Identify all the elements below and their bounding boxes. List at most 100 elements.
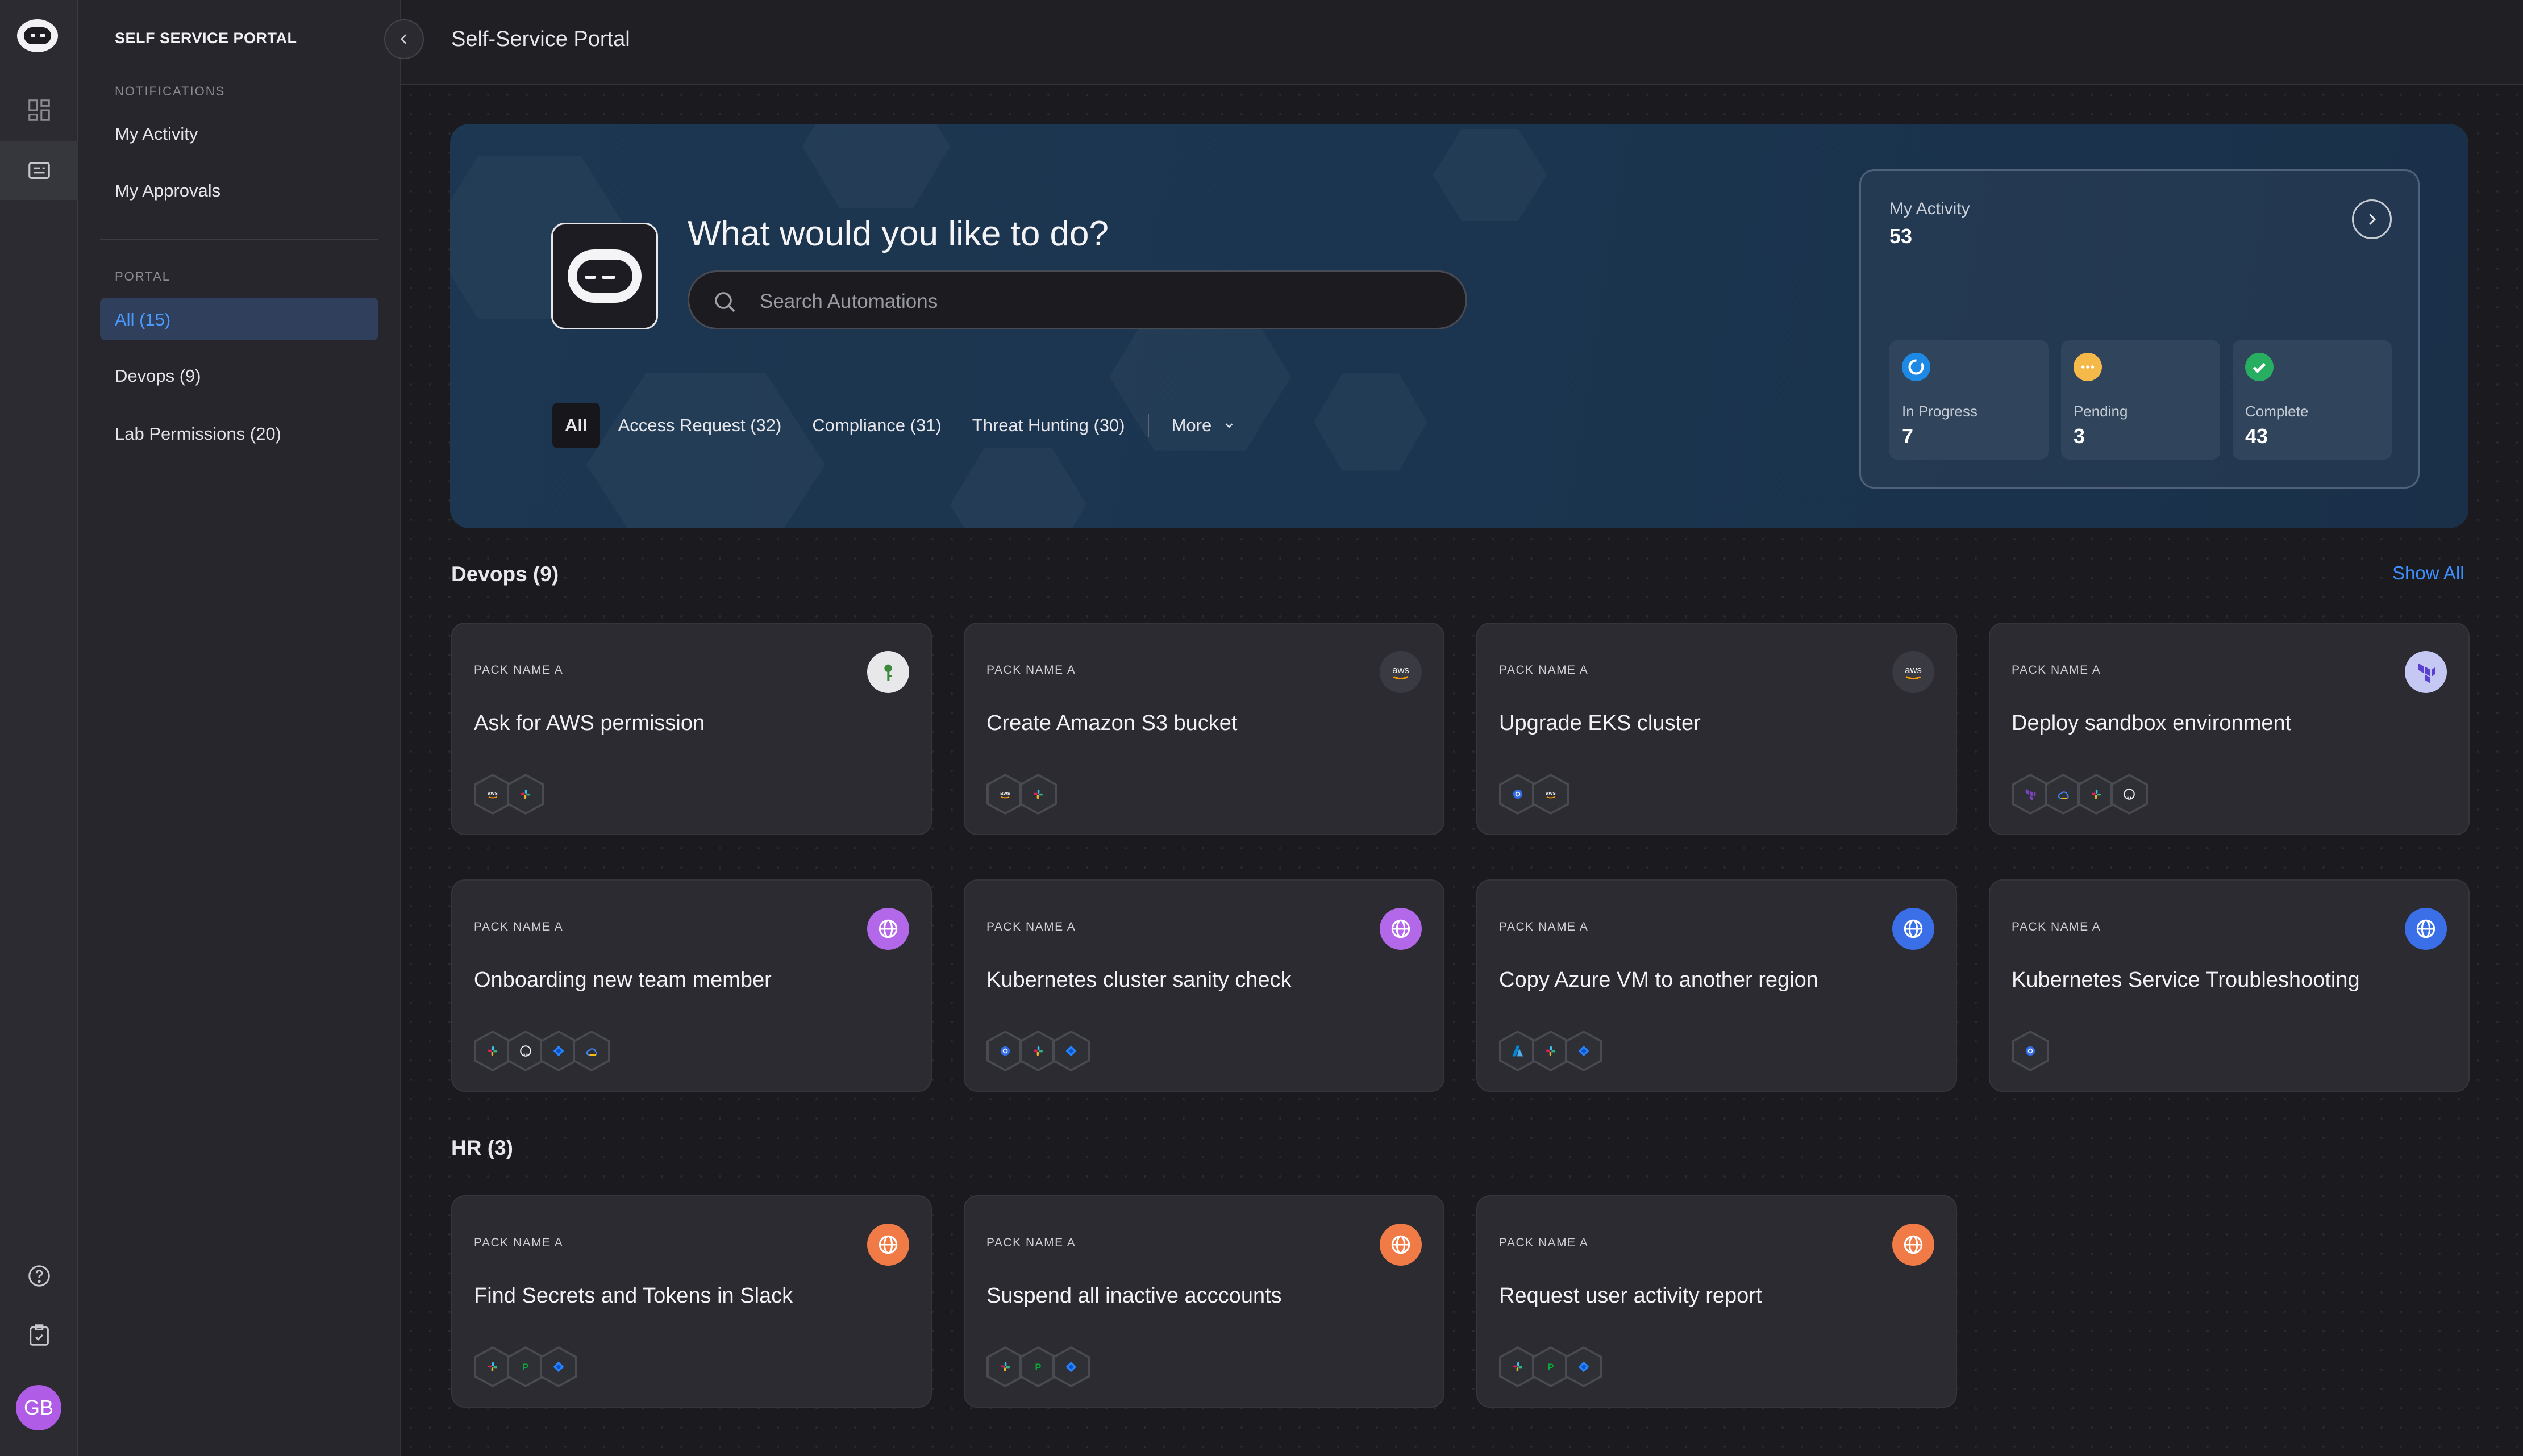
sidebar-item-my-activity[interactable]: My Activity (115, 124, 198, 144)
automation-card[interactable]: PACK NAME A Create Amazon S3 bucket aws aws (964, 623, 1444, 835)
svg-text:aws: aws (488, 790, 498, 796)
automation-card[interactable]: PACK NAME A Kubernetes cluster sanity che… (964, 879, 1444, 1092)
jira-icon (1052, 1031, 1090, 1071)
stat-pending[interactable]: Pending 3 (2061, 340, 2220, 460)
kubernetes-icon (2012, 1031, 2049, 1071)
sidebar-item-all[interactable]: All (15) (100, 298, 378, 340)
card-title: Upgrade EKS cluster (1499, 711, 1701, 735)
collapse-sidebar-button[interactable] (384, 19, 424, 59)
search-icon (715, 292, 735, 312)
globe-icon (1892, 1224, 1934, 1266)
stat-value: 43 (2245, 424, 2268, 448)
globe-icon (867, 1224, 909, 1266)
clipboard-check-icon[interactable] (0, 1305, 78, 1365)
slack-icon (1019, 774, 1057, 815)
stat-complete[interactable]: Complete 43 (2233, 340, 2392, 460)
chevron-right-icon (2369, 214, 2376, 225)
filter-threat-hunting[interactable]: Threat Hunting (30) (972, 415, 1125, 436)
pack-name: PACK NAME A (986, 920, 1076, 933)
automation-card[interactable]: PACK NAME A Kubernetes Service Troublesho… (1989, 879, 2470, 1092)
automation-card[interactable]: PACK NAME A Find Secrets and Tokens in Sl… (451, 1195, 932, 1408)
stat-value: 7 (1902, 424, 1914, 448)
automation-card[interactable]: PACK NAME A Ask for AWS permission aws (451, 623, 932, 835)
svg-text:aws: aws (1392, 665, 1409, 675)
avatar-initials: GB (23, 1396, 53, 1419)
card-title: Onboarding new team member (474, 968, 772, 992)
integration-list: aws (1499, 774, 1569, 815)
search-bar (688, 270, 1467, 329)
activity-total: 53 (1889, 224, 1913, 248)
section-title-hr: HR (3) (451, 1136, 513, 1159)
automation-card[interactable]: PACK NAME A Request user activity report P (1476, 1195, 1957, 1408)
sidebar-item-my-approvals[interactable]: My Approvals (115, 181, 220, 201)
filter-compliance[interactable]: Compliance (31) (812, 415, 941, 436)
pack-name: PACK NAME A (1499, 664, 1589, 677)
filter-all[interactable]: All (552, 403, 600, 448)
globe-icon (2405, 908, 2447, 950)
automation-card[interactable]: PACK NAME A Deploy sandbox environment (1989, 623, 2470, 835)
jira-icon (1565, 1346, 1602, 1387)
automation-card[interactable]: PACK NAME A Copy Azure VM to another regi… (1476, 879, 1957, 1092)
logo-icon[interactable] (17, 19, 58, 52)
automation-card[interactable]: PACK NAME A Upgrade EKS cluster aws aws (1476, 623, 1957, 835)
portal-logo-icon (551, 223, 658, 329)
integration-list (2012, 774, 2148, 815)
activity-open-button[interactable] (2352, 199, 2392, 239)
more-label: More (1171, 415, 1212, 435)
icon-rail: GB (0, 0, 78, 1456)
gcp-icon (2045, 774, 2082, 815)
svg-text:aws: aws (1000, 790, 1010, 796)
sidebar: SELF SERVICE PORTAL NOTIFICATIONS My Act… (78, 0, 401, 1456)
sidebar-item-lab-permissions[interactable]: Lab Permissions (20) (115, 424, 281, 444)
pending-icon (2074, 353, 2102, 381)
aws-icon: aws (1380, 651, 1422, 693)
integration-list (2012, 1031, 2049, 1071)
pagerduty-icon: P (1532, 1346, 1569, 1387)
terraform-icon (2405, 651, 2447, 693)
svg-text:P: P (523, 1362, 529, 1372)
integration-list (1499, 1031, 1602, 1071)
sidebar-item-label: All (15) (115, 310, 171, 329)
card-title: Deploy sandbox environment (2012, 711, 2292, 735)
pack-name: PACK NAME A (2012, 920, 2101, 933)
integration-list: aws (986, 774, 1057, 815)
show-all-link[interactable]: Show All (2392, 562, 2464, 584)
globe-icon (1892, 908, 1934, 950)
integration-list: P (474, 1346, 577, 1387)
sidebar-item-devops[interactable]: Devops (9) (115, 366, 201, 386)
portal-icon[interactable] (0, 141, 78, 200)
integration-list: P (1499, 1346, 1602, 1387)
card-title: Kubernetes Service Troubleshooting (2012, 968, 2360, 992)
slack-icon (1019, 1031, 1057, 1071)
gcp-icon (573, 1031, 610, 1071)
card-title: Find Secrets and Tokens in Slack (474, 1284, 793, 1308)
section-title-devops: Devops (9) (451, 562, 559, 586)
more-filters-dropdown[interactable]: More (1172, 415, 1236, 436)
pack-name: PACK NAME A (1499, 920, 1589, 933)
card-title: Request user activity report (1499, 1284, 1762, 1308)
filter-access-request[interactable]: Access Request (32) (618, 415, 782, 436)
github-icon (507, 1031, 544, 1071)
card-title: Create Amazon S3 bucket (986, 711, 1238, 735)
aws-icon: aws (1892, 651, 1934, 693)
stat-label: Complete (2245, 403, 2309, 420)
card-title: Ask for AWS permission (474, 711, 705, 735)
chevron-left-icon (400, 34, 407, 44)
search-input[interactable] (760, 286, 1442, 318)
automation-card[interactable]: PACK NAME A Onboarding new team member (451, 879, 932, 1092)
my-activity-card[interactable]: My Activity 53 In Progress 7 Pending 3 C… (1859, 169, 2420, 489)
avatar[interactable]: GB (16, 1385, 61, 1430)
key-icon (867, 651, 909, 693)
dashboard-icon[interactable] (0, 81, 78, 140)
stat-in-progress[interactable]: In Progress 7 (1889, 340, 2049, 460)
integration-list (474, 1031, 610, 1071)
kubernetes-icon (1499, 774, 1537, 815)
pack-name: PACK NAME A (986, 1236, 1076, 1249)
check-icon (2245, 353, 2274, 381)
pack-name: PACK NAME A (2012, 664, 2101, 677)
help-icon[interactable] (0, 1246, 78, 1305)
filter-divider (1147, 414, 1149, 437)
automation-card[interactable]: PACK NAME A Suspend all inactive acccount… (964, 1195, 1444, 1408)
slack-icon (1499, 1346, 1537, 1387)
azure-icon (1499, 1031, 1537, 1071)
